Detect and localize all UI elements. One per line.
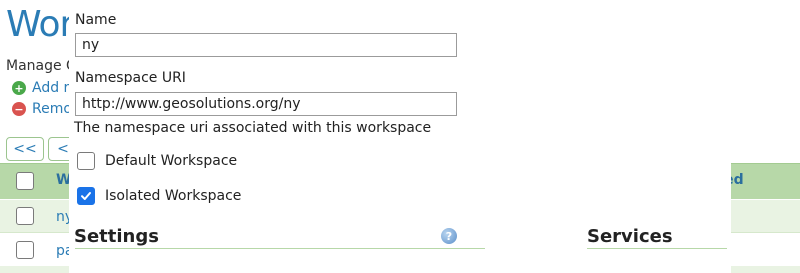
namespace-help-text: The namespace uri associated with this w… [74,120,432,136]
add-workspace-link[interactable]: + Add r [12,80,69,96]
add-workspace-label: Add r [32,80,70,96]
settings-divider [75,248,485,249]
add-icon: + [12,81,26,95]
pager-first-button[interactable]: << [6,137,44,161]
isolated-workspace-label: Isolated Workspace [105,188,242,204]
settings-section-title: Settings [74,226,159,247]
default-workspace-label: Default Workspace [105,153,238,169]
namespace-uri-input[interactable] [75,92,457,116]
row-checkbox[interactable] [16,207,34,225]
services-section-title: Services [587,226,673,247]
select-all-checkbox[interactable] [16,172,34,190]
help-icon[interactable]: ? [441,228,457,244]
workspace-edit-panel: Name Namespace URI The namespace uri ass… [69,0,731,273]
checkmark-icon [81,192,91,200]
default-workspace-checkbox[interactable] [77,152,95,170]
default-workspace-option[interactable]: Default Workspace [77,152,237,170]
remove-workspace-link[interactable]: − Remo [12,101,72,117]
name-input[interactable] [75,33,457,57]
remove-workspace-label: Remo [32,101,72,117]
services-divider [587,248,727,249]
row-checkbox[interactable] [16,241,34,259]
remove-icon: − [12,102,26,116]
isolated-workspace-option[interactable]: Isolated Workspace [77,187,241,205]
page-description: Manage G [6,58,77,74]
isolated-workspace-checkbox[interactable] [77,187,95,205]
namespace-uri-label: Namespace URI [75,70,186,86]
name-label: Name [75,12,117,28]
